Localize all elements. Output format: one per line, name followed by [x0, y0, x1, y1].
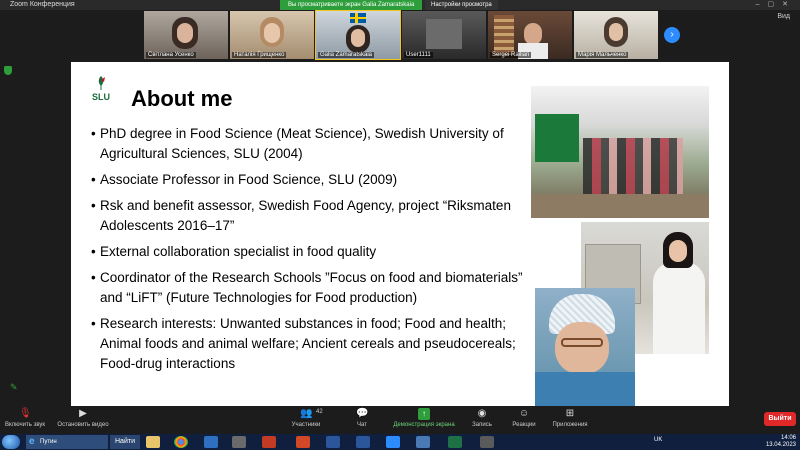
share-screen-icon: ↑: [418, 408, 430, 420]
powerpoint-icon[interactable]: [296, 436, 310, 448]
file-explorer-icon[interactable]: [146, 436, 160, 448]
start-button-icon[interactable]: [2, 435, 20, 449]
participant-tile-active-speaker[interactable]: Galia Zamaratskaia: [315, 10, 401, 60]
participant-tile[interactable]: Марія Мальченко: [574, 11, 658, 59]
view-menu[interactable]: Вид: [777, 13, 790, 20]
participant-tile[interactable]: User1111: [402, 11, 486, 59]
flag-icon: [350, 13, 366, 23]
apps-button[interactable]: ⊞ Приложения: [548, 408, 592, 428]
windows-taskbar: e Путин Найти UK 14:06 13.04.2023: [0, 434, 800, 450]
zoom-window: Zoom Конференция –▢✕ Вы просматриваете э…: [0, 0, 800, 450]
participants-icon: 👥: [300, 408, 313, 419]
internet-explorer-taskbar-icon[interactable]: [204, 436, 218, 448]
record-button[interactable]: ◉ Запись: [468, 408, 496, 428]
participant-name: User1111: [404, 52, 433, 58]
bullet-item: Coordinator of the Research Schools ”Foc…: [91, 268, 536, 308]
participant-tile[interactable]: Наталія Грищенко: [230, 11, 314, 59]
record-icon: ◉: [477, 408, 487, 419]
window-controls[interactable]: –▢✕: [756, 0, 796, 10]
reactions-smiley-icon: ☺: [518, 408, 530, 419]
chrome-icon[interactable]: [174, 436, 188, 448]
apps-grid-icon: ⊞: [565, 408, 575, 419]
meeting-toolbar: 🎙 Включить звук ▶ Остановить видео 42 👥 …: [0, 406, 800, 434]
internet-explorer-icon: e: [29, 436, 35, 447]
slu-logo-text: SLU: [92, 92, 110, 102]
photo-hairnet-selfie: [535, 288, 635, 406]
bullet-item: Associate Professor in Food Science, SLU…: [91, 170, 536, 190]
share-banner: Вы просматриваете экран Galia Zamaratska…: [280, 0, 423, 10]
app-taskbar-icon[interactable]: [232, 436, 246, 448]
muted-mic-icon: 🎙: [19, 408, 32, 419]
adobe-reader-icon[interactable]: [262, 436, 276, 448]
slu-leaf-icon: [98, 76, 105, 90]
zoom-icon[interactable]: [386, 436, 400, 448]
participant-tile[interactable]: Світлана Усенко: [144, 11, 228, 59]
security-shield-icon[interactable]: [4, 66, 12, 75]
photo-food-festival-tent: [531, 86, 709, 218]
slu-logo: SLU: [87, 74, 115, 104]
bullet-item: Research interests: Unwanted substances …: [91, 314, 536, 374]
word-icon[interactable]: [356, 436, 370, 448]
unmute-button[interactable]: 🎙 Включить звук: [4, 408, 46, 428]
participants-button[interactable]: 👥 Участники: [288, 408, 324, 428]
chat-button[interactable]: 💬 Чат: [350, 408, 374, 428]
chat-bubble-icon: 💬: [356, 408, 369, 419]
app-taskbar-icon[interactable]: [480, 436, 494, 448]
system-clock[interactable]: 14:06 13.04.2023: [766, 435, 796, 449]
taskbar-search-button[interactable]: Найти: [110, 435, 140, 449]
bullet-item: External collaboration specialist in foo…: [91, 242, 536, 262]
window-title: Zoom Конференция: [10, 1, 75, 8]
participant-name: Наталія Грищенко: [232, 52, 287, 58]
bullet-list: PhD degree in Food Science (Meat Science…: [91, 124, 536, 380]
participant-tile[interactable]: Sergei Railian: [488, 11, 572, 59]
view-options-button[interactable]: Настройки просмотра: [425, 0, 498, 10]
participant-name: Світлана Усенко: [146, 52, 196, 58]
participant-strip: Світлана Усенко Наталія Грищенко Galia Z…: [144, 10, 658, 60]
next-participants-arrow-icon[interactable]: ›: [664, 27, 680, 43]
shared-slide: SLU About me PhD degree in Food Science …: [71, 62, 729, 406]
video-camera-icon: ▶: [79, 408, 87, 419]
slide-title: About me: [131, 86, 233, 111]
leave-meeting-button[interactable]: Выйти: [764, 412, 796, 426]
app-taskbar-icon[interactable]: [416, 436, 430, 448]
excel-icon[interactable]: [448, 436, 462, 448]
participant-name: Марія Мальченко: [576, 52, 629, 58]
share-screen-button[interactable]: ↑ Демонстрация экрана: [390, 408, 458, 428]
bullet-item: PhD degree in Food Science (Meat Science…: [91, 124, 536, 164]
reactions-button[interactable]: ☺ Реакции: [508, 408, 540, 428]
annotate-pen-icon[interactable]: ✎: [10, 382, 18, 393]
word-icon[interactable]: [326, 436, 340, 448]
taskbar-ie-window[interactable]: e Путин: [26, 435, 108, 449]
participant-name: Galia Zamaratskaia: [318, 52, 375, 58]
bullet-item: Rsk and benefit assessor, Swedish Food A…: [91, 196, 536, 236]
participant-name: Sergei Railian: [490, 52, 532, 58]
keyboard-language-indicator[interactable]: UK: [654, 437, 662, 443]
stop-video-button[interactable]: ▶ Остановить видео: [54, 408, 112, 428]
